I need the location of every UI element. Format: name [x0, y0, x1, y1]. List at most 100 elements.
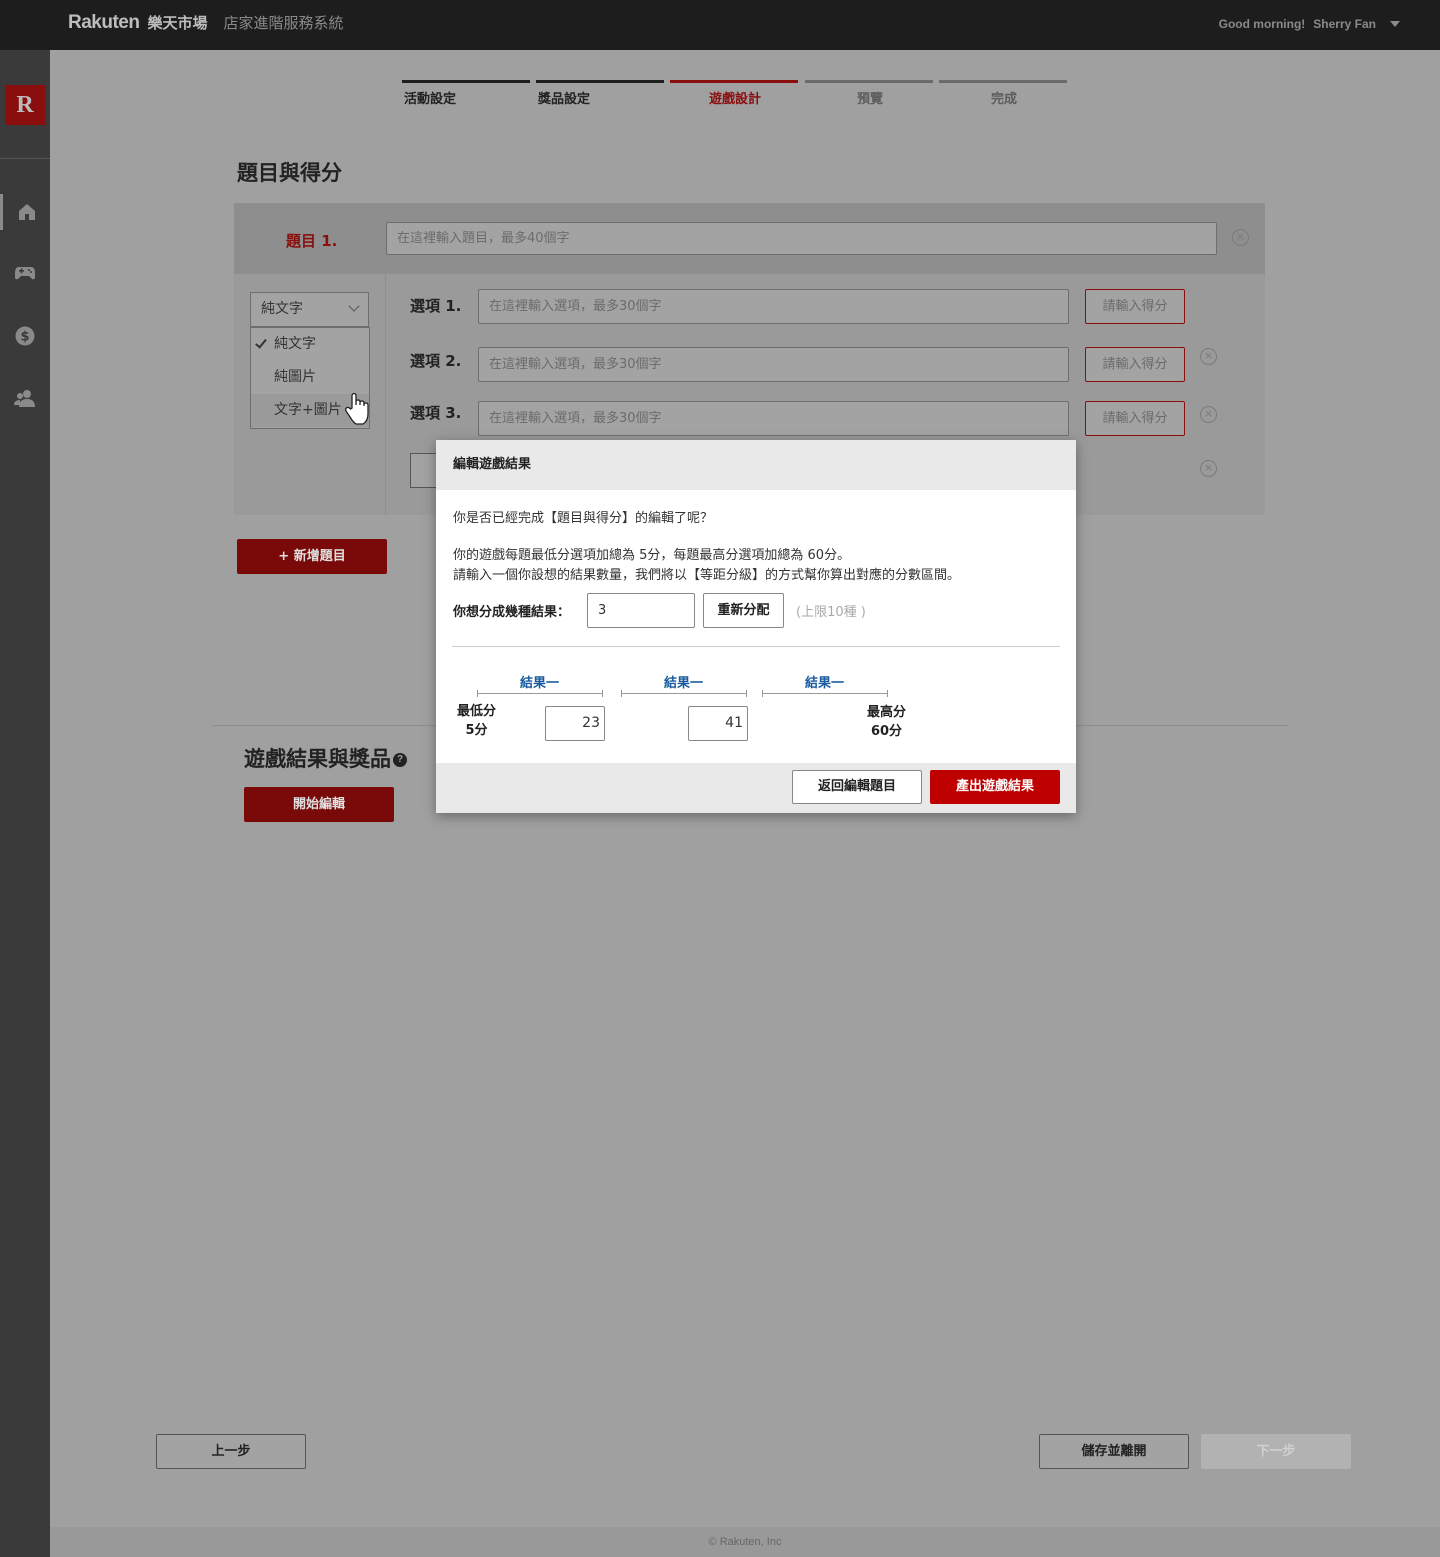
- option-label: 選項 1.: [410, 297, 462, 315]
- start-edit-button[interactable]: 開始編輯: [244, 787, 394, 822]
- results-title-text: 遊戲結果與獎品: [244, 747, 391, 771]
- rakuten-logo: Rakuten: [68, 12, 140, 33]
- score-input[interactable]: 請輸入得分: [1085, 401, 1185, 436]
- prev-step-button[interactable]: 上一步: [156, 1434, 306, 1469]
- caret-down-icon: [1390, 21, 1400, 27]
- footer: © Rakuten, Inc: [50, 1527, 1440, 1557]
- system-name: 店家進階服務系統: [223, 14, 344, 32]
- step-bar: [939, 80, 1067, 83]
- greeting-text: Good morning!: [1218, 17, 1306, 31]
- dropdown-item-image[interactable]: 純圖片: [251, 361, 369, 394]
- option-label: 選項 2.: [410, 352, 462, 370]
- option-input[interactable]: 在這裡輸入選項，最多30個字: [478, 289, 1069, 324]
- score-input[interactable]: 請輸入得分: [1085, 347, 1185, 382]
- step-complete: 完成: [939, 80, 1067, 107]
- sidebar-item-games[interactable]: [0, 255, 50, 291]
- sidebar-divider: [0, 158, 50, 159]
- modal-footer: 返回編輯題目 產出遊戲結果: [436, 763, 1076, 813]
- option-input[interactable]: 在這裡輸入選項，最多30個字: [478, 401, 1069, 436]
- sidebar-item-members[interactable]: [0, 380, 50, 416]
- question-input[interactable]: 在這裡輸入題目，最多40個字: [386, 222, 1217, 255]
- help-icon[interactable]: ?: [393, 753, 407, 767]
- step-label: 完成: [990, 92, 1017, 107]
- step-label: 活動設定: [404, 92, 457, 107]
- chevron-down-icon: [348, 300, 360, 312]
- dollar-icon: $: [15, 326, 35, 346]
- min-score-label: 最低分: [457, 704, 497, 719]
- range-line: [762, 690, 888, 697]
- max-score-value: 60分: [870, 724, 903, 739]
- panel-divider: [385, 274, 386, 515]
- result-range-label: 結果一: [805, 676, 845, 691]
- add-question-button[interactable]: + 新增題目: [237, 539, 387, 574]
- dropdown-item-text[interactable]: 純文字: [251, 328, 369, 361]
- option-type-select[interactable]: 純文字: [250, 292, 369, 327]
- home-icon: [18, 204, 35, 220]
- next-step-button[interactable]: 下一步: [1201, 1434, 1351, 1469]
- hand-cursor-icon: [345, 392, 369, 425]
- questions-title: 題目與得分: [237, 161, 342, 185]
- result-range-label: 結果一: [664, 676, 704, 691]
- question-label: 題目 1.: [286, 232, 338, 250]
- remove-option-icon[interactable]: ×: [1200, 406, 1217, 423]
- user-name: Sherry Fan: [1313, 17, 1376, 31]
- generate-results-button[interactable]: 產出遊戲結果: [930, 770, 1060, 804]
- limit-hint: (上限10種 ): [796, 605, 866, 620]
- step-preview: 預覽: [805, 80, 933, 107]
- sidebar: R $: [0, 50, 50, 1557]
- result-count-input[interactable]: 3: [587, 593, 695, 628]
- market-name: 樂天市場: [147, 14, 208, 32]
- breakpoint-input[interactable]: 23: [545, 706, 605, 741]
- step-bar: [402, 80, 530, 83]
- svg-text:$: $: [20, 330, 29, 345]
- gamepad-icon: [15, 267, 35, 280]
- step-bar: [805, 80, 933, 83]
- top-bar: Rakuten 樂天市場 店家進階服務系統 Good morning! Sher…: [0, 0, 1440, 50]
- sidebar-item-home[interactable]: [0, 194, 50, 230]
- min-score-value: 5分: [465, 723, 488, 738]
- question-header: 題目 1. 在這裡輸入題目，最多40個字 ×: [234, 203, 1265, 274]
- step-label: 預覽: [856, 92, 883, 107]
- range-line: [477, 690, 603, 697]
- option-label: 選項 3.: [410, 404, 462, 422]
- dropdown-item-label: 純文字: [274, 336, 316, 352]
- step-prize-settings: 獎品設定: [536, 80, 664, 107]
- min-score: 最低分 5分: [457, 702, 496, 740]
- step-label: 遊戲設計: [708, 92, 761, 107]
- results-section-title: 遊戲結果與獎品?: [244, 743, 407, 773]
- step-bar: [536, 80, 664, 83]
- sidebar-item-finance[interactable]: $: [0, 318, 50, 354]
- brand[interactable]: Rakuten 樂天市場 店家進階服務系統: [68, 12, 344, 34]
- redistribute-button[interactable]: 重新分配: [703, 593, 784, 628]
- step-game-design: 遊戲設計: [670, 80, 798, 107]
- check-icon: [255, 336, 267, 349]
- dropdown-item-label: 文字+圖片: [274, 402, 342, 418]
- edit-results-modal: 編輯遊戲結果 你是否已經完成【題目與得分】的編輯了呢？ 你的遊戲每題最低分選項加…: [436, 440, 1076, 813]
- modal-title: 編輯遊戲結果: [436, 440, 1076, 490]
- score-input[interactable]: 請輸入得分: [1085, 289, 1185, 324]
- rakuten-r-logo[interactable]: R: [5, 85, 45, 125]
- step-bar: [670, 80, 798, 83]
- save-exit-button[interactable]: 儲存並離開: [1039, 1434, 1189, 1469]
- remove-question-icon[interactable]: ×: [1232, 229, 1249, 246]
- modal-divider: [452, 646, 1060, 647]
- step-activity-settings: 活動設定: [402, 80, 530, 107]
- back-to-questions-button[interactable]: 返回編輯題目: [792, 770, 922, 804]
- result-count-label: 你想分成幾種結果：: [453, 605, 571, 620]
- modal-question: 你是否已經完成【題目與得分】的編輯了呢？: [453, 511, 714, 526]
- max-score: 最高分 60分: [867, 703, 906, 741]
- remove-option-icon[interactable]: ×: [1200, 460, 1217, 477]
- range-line: [621, 690, 747, 697]
- breakpoint-input[interactable]: 41: [688, 706, 748, 741]
- dropdown-item-label: 純圖片: [274, 369, 316, 385]
- user-menu[interactable]: Good morning! Sherry Fan: [1219, 17, 1400, 31]
- result-range-label: 結果一: [520, 676, 560, 691]
- modal-info-2: 請輸入一個你設想的結果數量，我們將以【等距分級】的方式幫你算出對應的分數區間。: [453, 568, 961, 583]
- max-score-label: 最高分: [867, 705, 907, 720]
- remove-option-icon[interactable]: ×: [1200, 348, 1217, 365]
- users-icon: [14, 390, 35, 407]
- option-input[interactable]: 在這裡輸入選項，最多30個字: [478, 347, 1069, 382]
- modal-info-1: 你的遊戲每題最低分選項加總為 5分，每題最高分選項加總為 60分。: [453, 548, 851, 563]
- step-label: 獎品設定: [538, 92, 591, 107]
- select-value: 純文字: [261, 301, 303, 317]
